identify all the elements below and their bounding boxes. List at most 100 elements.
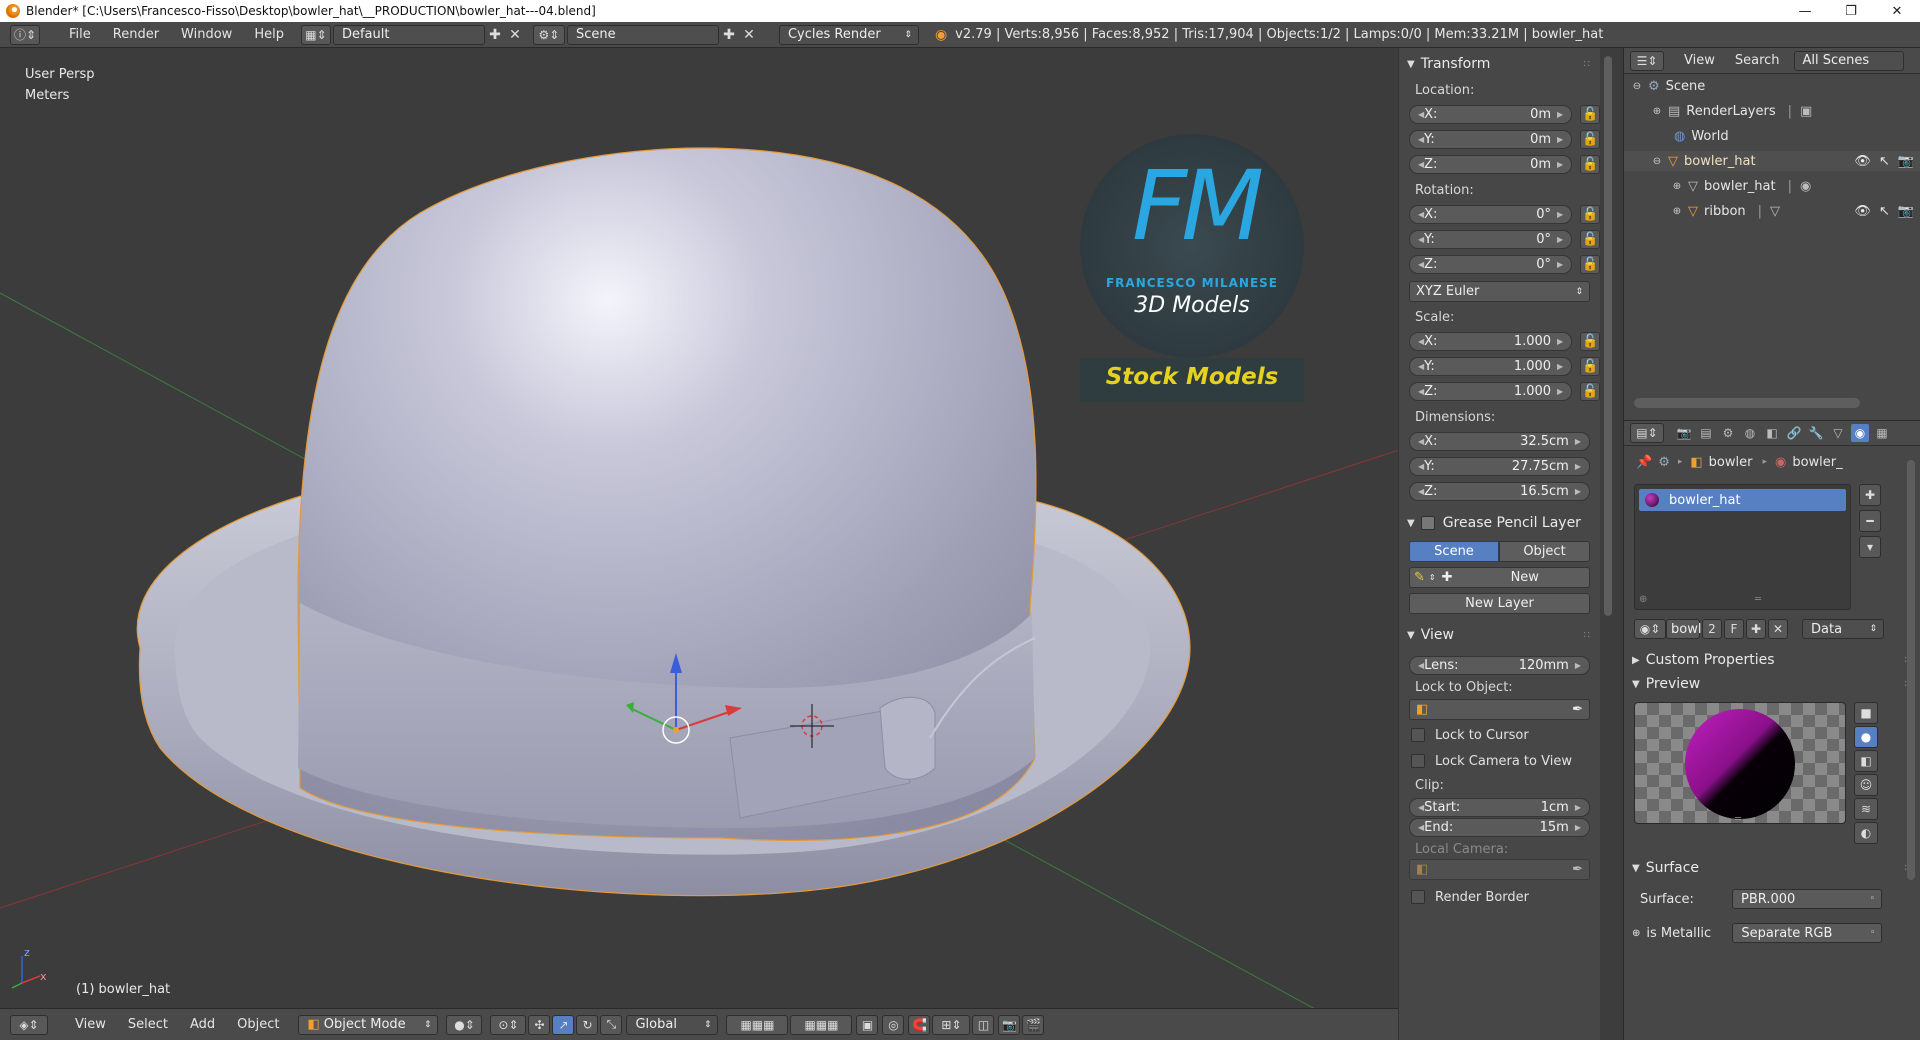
outliner-display-mode[interactable]: All Scenes (1793, 50, 1904, 71)
is-metallic-select[interactable]: Separate RGB ◦ (1732, 923, 1883, 943)
maximize-button[interactable]: ❐ (1828, 4, 1874, 19)
camera-icon[interactable]: 📷 (1898, 204, 1914, 219)
link-mode-select[interactable]: Data ⇕ (1802, 619, 1884, 639)
scene-selector-icon[interactable]: ⚙⇕ (532, 24, 565, 45)
resize-handle-icon[interactable]: ═ (1735, 814, 1741, 823)
material-specials-button[interactable]: ▾ (1859, 536, 1881, 558)
editor-type-outliner-icon[interactable]: ☰⇕ (1630, 50, 1664, 71)
grease-pencil-enable-checkbox[interactable] (1420, 516, 1435, 530)
location-z-field[interactable]: ◀ Z: 0m ▶ (1409, 154, 1573, 174)
preview-hair-icon[interactable]: ≋ (1854, 798, 1878, 820)
pivot-point-icon[interactable]: ⊙⇕ (490, 1014, 527, 1035)
tab-object[interactable]: Object (1499, 541, 1590, 562)
dimensions-z-field[interactable]: ◀ Z: 16.5cm ▶ (1409, 481, 1590, 501)
filter-icon[interactable]: ⊕ (1639, 594, 1647, 605)
remove-scene-icon[interactable]: ✕ (739, 25, 759, 45)
pin-icon[interactable]: 📌 (1636, 455, 1652, 470)
scale-z-field[interactable]: ◀ Z: 1.000 ▶ (1409, 381, 1573, 401)
cursor-icon[interactable]: ↖ (1879, 154, 1890, 169)
new-grease-pencil-button[interactable]: ✎ ⇕ ✚ New (1409, 567, 1590, 588)
outliner-view-menu[interactable]: View (1684, 53, 1715, 68)
add-screen-icon[interactable]: ✚ (485, 25, 505, 45)
lock-icon[interactable]: 🔓 (1580, 104, 1600, 124)
rotation-y-field[interactable]: ◀ Y: 0° ▶ (1409, 229, 1573, 249)
render-border-checkbox[interactable] (1411, 890, 1425, 904)
menu-add[interactable]: Add (179, 1017, 226, 1032)
fake-user-button[interactable]: F (1724, 619, 1744, 639)
close-button[interactable]: ✕ (1874, 4, 1920, 19)
surface-section-header[interactable]: ▼Surface∷ (1624, 856, 1920, 880)
lock-camera-to-view-toggle[interactable]: Lock Camera to View (1399, 749, 1600, 773)
material-tab-icon[interactable]: ◉ (1851, 424, 1869, 442)
rotation-z-field[interactable]: ◀ Z: 0° ▶ (1409, 254, 1573, 274)
proportional-edit-icon[interactable]: ◎ (882, 1014, 905, 1035)
minimize-button[interactable]: — (1782, 4, 1828, 19)
rotate-manipulator-icon[interactable]: ↻ (576, 1014, 599, 1035)
menu-object[interactable]: Object (226, 1017, 290, 1032)
browse-material-icon[interactable]: ◉⇕ (1634, 619, 1666, 639)
drag-handle-icon[interactable]: ∷ (1584, 630, 1590, 641)
cursor-icon[interactable]: ↖ (1879, 204, 1890, 219)
scale-y-field[interactable]: ◀ Y: 1.000 ▶ (1409, 356, 1573, 376)
mode-select[interactable]: ◧ Object Mode ⇕ (298, 1014, 439, 1035)
lock-icon[interactable]: 🔓 (1580, 381, 1600, 401)
resize-handle-icon[interactable]: ═ (1755, 594, 1761, 605)
render-layers-tab-icon[interactable]: ▤ (1697, 424, 1715, 442)
material-user-count[interactable]: 2 (1702, 619, 1722, 639)
remove-material-slot-button[interactable]: ━ (1859, 510, 1881, 532)
grease-pencil-section-header[interactable]: ▼ Grease Pencil Layer (1399, 511, 1600, 535)
lock-object-field[interactable]: ◧ ✒ (1409, 699, 1590, 720)
scene-tab-icon[interactable]: ⚙ (1719, 424, 1737, 442)
lock-icon[interactable]: 🔓 (1580, 331, 1600, 351)
location-y-field[interactable]: ◀ Y: 0m ▶ (1409, 129, 1573, 149)
world-tab-icon[interactable]: ◍ (1741, 424, 1759, 442)
tab-scene[interactable]: Scene (1409, 541, 1499, 562)
screen-layout-field[interactable]: Default (332, 24, 485, 45)
outliner-search-menu[interactable]: Search (1735, 53, 1780, 68)
eye-icon[interactable]: 👁 (1854, 204, 1871, 219)
editor-type-properties-icon[interactable]: ▤⇕ (1630, 423, 1664, 443)
outliner-item-ribbon[interactable]: ⊕ ▽ ribbon | ▽ 👁 ↖ 📷 (1624, 201, 1920, 221)
menu-help[interactable]: Help (243, 27, 295, 42)
unlink-material-icon[interactable]: ✕ (1768, 619, 1788, 639)
add-scene-icon[interactable]: ✚ (719, 25, 739, 45)
lock-icon[interactable]: 🔓 (1580, 129, 1600, 149)
local-camera-field[interactable]: ◧ ✒ (1409, 859, 1590, 880)
data-tab-icon[interactable]: ▽ (1829, 424, 1847, 442)
lock-icon[interactable]: 🔓 (1580, 204, 1600, 224)
preview-plane-icon[interactable]: ■ (1854, 702, 1878, 724)
render-border-toggle[interactable]: Render Border (1399, 885, 1600, 909)
opengl-anim-icon[interactable]: 🎬 (1022, 1014, 1045, 1035)
layers-grid-2[interactable]: ▦▦▦ (790, 1014, 853, 1035)
eyedropper-icon[interactable]: ✒ (1572, 862, 1583, 877)
preview-section-header[interactable]: ▼Preview∷ (1624, 672, 1920, 696)
view-section-header[interactable]: ▼ View ∷ (1399, 623, 1600, 647)
lens-field[interactable]: ◀ Lens: 120mm ▶ (1409, 655, 1590, 675)
remove-screen-icon[interactable]: ✕ (505, 25, 525, 45)
modifiers-tab-icon[interactable]: 🔧 (1807, 424, 1825, 442)
3d-viewport[interactable]: User Persp Meters (1) bowler_hat FM FRAN… (0, 48, 1405, 1008)
add-material-slot-button[interactable]: ✚ (1859, 484, 1881, 506)
lock-to-cursor-checkbox[interactable] (1411, 728, 1425, 742)
material-slot-item[interactable]: bowler_hat (1639, 489, 1846, 511)
preview-cube-icon[interactable]: ◧ (1854, 750, 1878, 772)
scale-x-field[interactable]: ◀ X: 1.000 ▶ (1409, 331, 1573, 351)
scene-field[interactable]: Scene (566, 24, 719, 45)
lock-icon[interactable]: 🔓 (1580, 254, 1600, 274)
new-material-icon[interactable]: ✚ (1746, 619, 1766, 639)
outliner-scrollbar[interactable] (1634, 398, 1860, 408)
screen-layout-icon[interactable]: ▦⇕ (300, 24, 331, 45)
eyedropper-icon[interactable]: ✒ (1572, 702, 1583, 717)
drag-handle-icon[interactable]: ∷ (1584, 59, 1590, 70)
opengl-render-icon[interactable]: 📷 (998, 1014, 1021, 1035)
lock-icon[interactable]: 🔓 (1580, 229, 1600, 249)
outliner-item-world[interactable]: ◍ World (1624, 126, 1920, 146)
transform-orientation-select[interactable]: Global ⇕ (626, 1014, 719, 1035)
texture-tab-icon[interactable]: ▦ (1873, 424, 1891, 442)
constraints-tab-icon[interactable]: 🔗 (1785, 424, 1803, 442)
snap-target-icon[interactable]: ◫ (972, 1014, 995, 1035)
dimensions-x-field[interactable]: ◀ X: 32.5cm ▶ (1409, 431, 1590, 451)
clip-start-field[interactable]: ◀ Start: 1cm ▶ (1409, 797, 1590, 817)
clip-end-field[interactable]: ◀ End: 15m ▶ (1409, 817, 1590, 837)
editor-type-info-icon[interactable]: ⓘ⇕ (10, 24, 40, 45)
